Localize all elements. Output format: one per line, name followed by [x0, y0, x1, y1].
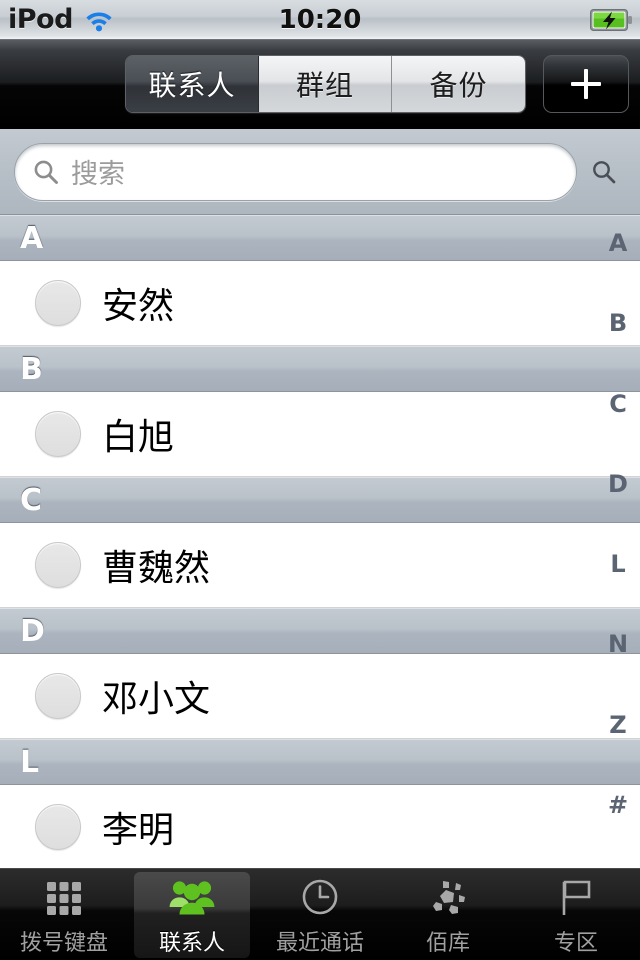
section-header-a: A — [0, 215, 640, 261]
nav-bar: 联系人 群组 备份 — [0, 40, 640, 129]
section-letter: L — [20, 744, 40, 780]
search-input[interactable]: 搜索 — [14, 142, 577, 201]
tab-label: 拨号键盘 — [19, 930, 108, 956]
tab-recent-calls[interactable]: 最近通话 — [256, 869, 384, 960]
index-letter-z[interactable]: Z — [596, 708, 640, 788]
avatar — [35, 673, 81, 719]
section-header-c: C — [0, 477, 640, 523]
segment-groups[interactable]: 群组 — [259, 56, 392, 112]
segmented-control[interactable]: 联系人 群组 备份 — [125, 55, 526, 113]
contact-name: 白旭 — [102, 417, 175, 458]
section-letter: B — [20, 351, 43, 387]
tab-contacts[interactable]: 联系人 — [128, 869, 256, 960]
tab-bar: 拨号键盘 联系人 最近通话 佰库 专区 — [0, 868, 640, 960]
tab-label: 联系人 — [158, 930, 225, 956]
contact-name: 安然 — [102, 286, 175, 327]
polygon-cluster-icon — [423, 876, 473, 922]
clock-icon — [295, 876, 345, 922]
section-letter: D — [20, 613, 45, 649]
section-header-d: D — [0, 608, 640, 654]
keypad-icon — [39, 876, 89, 922]
index-letter-a[interactable]: A — [596, 226, 640, 306]
clock-time: 10:20 — [278, 4, 362, 35]
segment-contacts[interactable]: 联系人 — [126, 56, 259, 112]
avatar — [35, 280, 81, 326]
index-letter-c[interactable]: C — [596, 387, 640, 467]
contact-row-bai-xu[interactable]: 白旭 — [0, 392, 640, 477]
alphabet-index-bar[interactable]: A B C D L N Z # — [596, 215, 640, 868]
index-letter-b[interactable]: B — [596, 306, 640, 386]
app-root: iPod 10:20 联系人 群组 备份 搜索 A 安然 B 白旭 C 曹魏然 … — [0, 0, 640, 960]
contacts-people-icon — [167, 876, 217, 922]
contact-row-deng-xiao-wen[interactable]: 邓小文 — [0, 654, 640, 739]
tab-label: 佰库 — [425, 930, 470, 956]
status-bar: iPod 10:20 — [0, 0, 640, 40]
tab-label: 专区 — [553, 930, 598, 956]
add-contact-button[interactable] — [543, 55, 629, 113]
avatar — [35, 804, 81, 850]
section-header-l: L — [0, 739, 640, 785]
search-icon — [33, 159, 59, 185]
contact-row-an-ran[interactable]: 安然 — [0, 261, 640, 346]
index-letter-l[interactable]: L — [596, 547, 640, 627]
tab-bai-ku[interactable]: 佰库 — [384, 869, 512, 960]
contact-name: 曹魏然 — [102, 548, 211, 589]
tab-zone[interactable]: 专区 — [512, 869, 640, 960]
search-bar-container: 搜索 — [0, 129, 640, 215]
index-letter-n[interactable]: N — [596, 627, 640, 707]
contact-row-li-ming[interactable]: 李明 — [0, 785, 640, 868]
contact-name: 李明 — [102, 810, 175, 851]
contacts-list[interactable]: A 安然 B 白旭 C 曹魏然 D 邓小文 L 李明 — [0, 215, 640, 868]
search-placeholder: 搜索 — [71, 159, 125, 190]
section-letter: A — [20, 220, 44, 256]
search-submit-icon[interactable] — [591, 159, 617, 185]
section-letter: C — [20, 482, 43, 518]
index-letter-hash[interactable]: # — [596, 788, 640, 868]
index-letter-d[interactable]: D — [596, 467, 640, 547]
battery-charging-icon — [590, 9, 632, 31]
contact-name: 邓小文 — [102, 679, 211, 720]
section-header-b: B — [0, 346, 640, 392]
plus-icon-vertical — [584, 69, 588, 99]
flag-icon — [551, 876, 601, 922]
avatar — [35, 411, 81, 457]
avatar — [35, 542, 81, 588]
segment-backup[interactable]: 备份 — [392, 56, 525, 112]
contact-row-cao-wei-ran[interactable]: 曹魏然 — [0, 523, 640, 608]
tab-label: 最近通话 — [275, 930, 364, 956]
tab-keypad[interactable]: 拨号键盘 — [0, 869, 128, 960]
